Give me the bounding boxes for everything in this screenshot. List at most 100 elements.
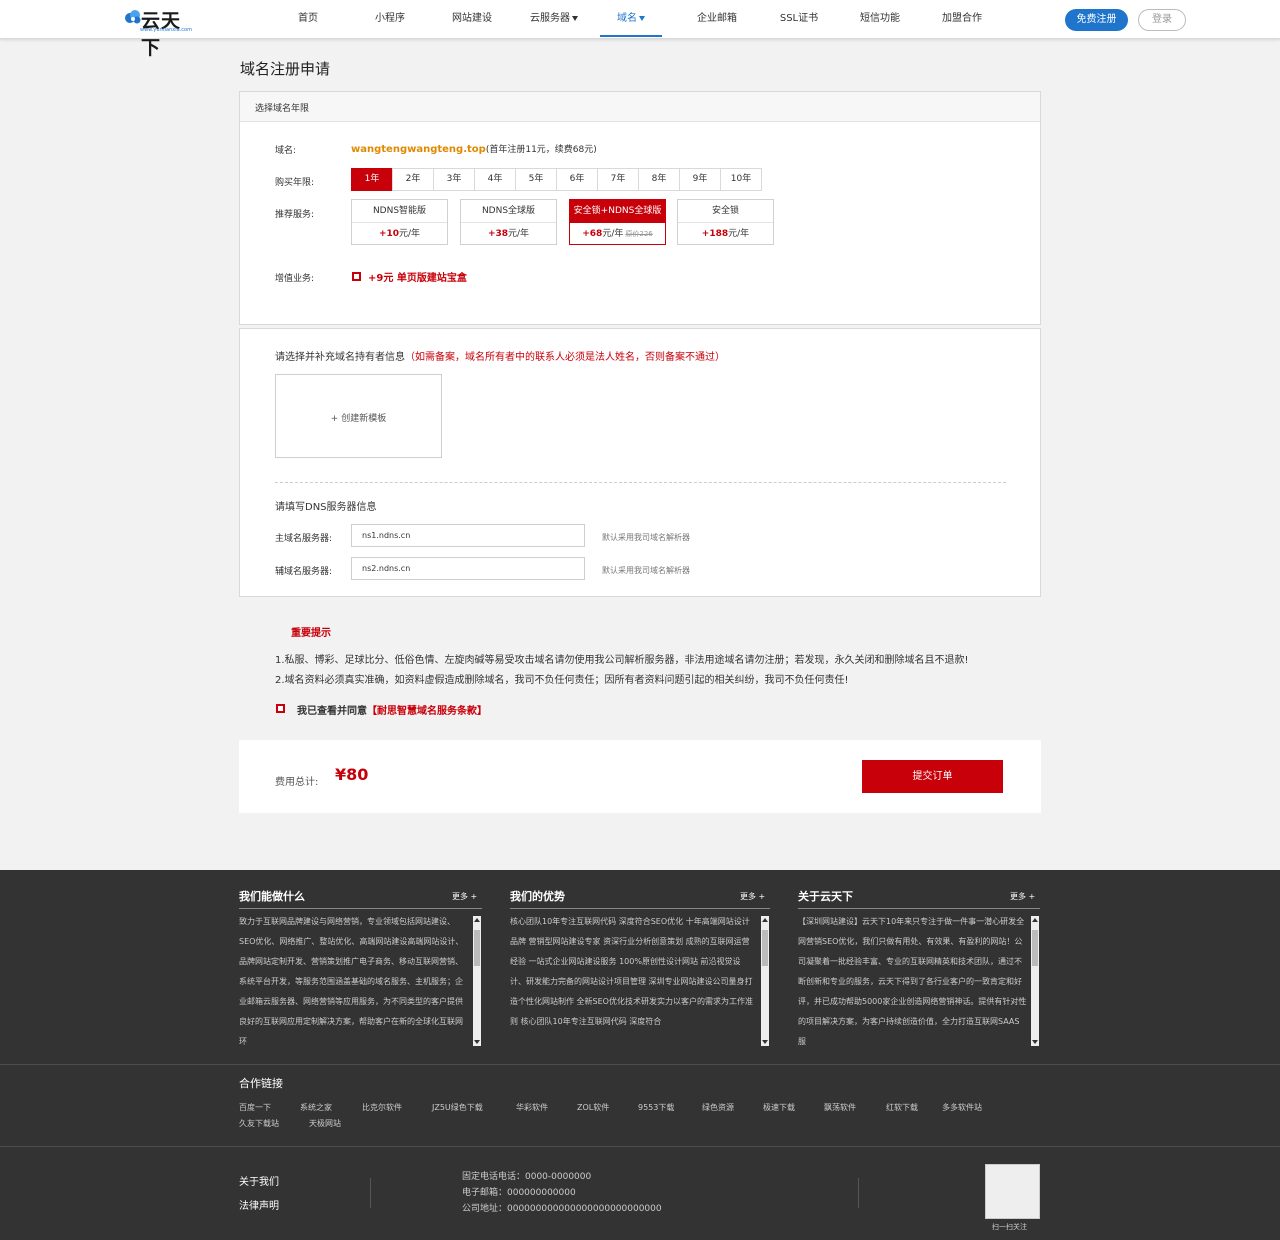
year-option-2[interactable]: 2年 [392,168,434,191]
footer-col-text: 【深圳网站建设】云天下10年来只专注于做一件事一潜心研发全网营销SEO优化，我们… [798,917,1027,1046]
nav-label: 加盟合作 [942,13,982,24]
addon-checkbox[interactable] [352,272,361,281]
price-amount: 10 [386,229,400,239]
nav-label: 企业邮箱 [697,13,737,24]
more-link[interactable]: 更多 + [740,891,765,902]
year-option-5[interactable]: 5年 [515,168,557,191]
chevron-down-icon [639,15,645,21]
footer-rule [510,908,770,909]
footer-col-title: 我们能做什么 [239,890,305,903]
partner-link[interactable]: 久友下载站 [239,1118,279,1129]
primary-dns-input[interactable]: ns1.ndns.cn [351,524,585,547]
partner-links-title: 合作链接 [239,1077,283,1090]
nav-domain[interactable]: 域名 [608,0,654,38]
nav-franchise[interactable]: 加盟合作 [939,0,985,38]
nav-active-indicator [600,35,662,37]
domain-label: 域名: [275,146,297,156]
footer-separator [370,1178,371,1208]
original-price: 原价226 [625,230,653,238]
year-option-1[interactable]: 1年 [351,168,393,191]
partner-link[interactable]: 比克尔软件 [362,1102,402,1113]
partner-link[interactable]: 绿色资源 [702,1102,734,1113]
addon-text[interactable]: +9元 单页版建站宝盒 [368,269,467,284]
service-name: NDNS智能版 [352,200,447,223]
nav-ssl[interactable]: SSL证书 [778,0,820,38]
scrollbar[interactable] [1031,916,1039,1046]
create-template-button[interactable]: + 创建新模板 [275,374,442,458]
secondary-dns-label: 辅域名服务器: [275,567,333,577]
partner-link[interactable]: 天极网站 [309,1118,341,1129]
terms-link[interactable]: 【耐思智慧域名服务条款】 [367,706,487,717]
price-unit: 元/年 [602,229,624,239]
nav-cloud-server[interactable]: 云服务器 [528,0,580,38]
nav-mini-program[interactable]: 小程序 [368,0,412,38]
year-option-7[interactable]: 7年 [597,168,639,191]
year-option-8[interactable]: 8年 [638,168,680,191]
domain-display: wangtengwangteng.top(首年注册11元，续费68元) [351,142,597,155]
partner-link[interactable]: 系统之家 [300,1102,332,1113]
more-link[interactable]: 更多 + [452,891,477,902]
contact-address: 公司地址：000000000000000000000000000 [462,1204,662,1214]
footer-col-title: 关于云天下 [798,890,853,903]
about-us-link[interactable]: 关于我们 [239,1173,279,1188]
addon-label: 增值业务: [275,274,315,284]
scrollbar-thumb[interactable] [762,930,768,966]
scrollbar-thumb[interactable] [1032,930,1038,966]
nav-label: 短信功能 [860,13,900,24]
partner-link[interactable]: 百度一下 [239,1102,271,1113]
footer: 我们能做什么 更多 + 致力于互联网品牌建设与网络营销，专业领域包括网站建设、S… [0,870,1280,1240]
scrollbar-thumb[interactable] [474,930,480,966]
register-button[interactable]: 免费注册 [1065,9,1128,31]
top-navigation: 云天下 www.yuntianxia.com 首页 小程序 网站建设 云服务器 … [0,0,1280,59]
footer-separator [858,1178,859,1208]
secondary-dns-input[interactable]: ns2.ndns.cn [351,557,585,580]
nav-label: 小程序 [375,13,405,24]
partner-link[interactable]: 飘荡软件 [824,1102,856,1113]
year-option-3[interactable]: 3年 [433,168,475,191]
services-label: 推荐服务: [275,210,315,220]
service-price: +38元/年 [461,224,556,245]
holder-title: 请选择并补充域名持有者信息（如需备案，域名所有者中的联系人必须是法人姓名，否则备… [275,348,725,363]
scrollbar[interactable] [761,916,769,1046]
panel-header: 选择域名年限 [240,92,1040,122]
service-option-security-lock[interactable]: 安全锁 +188元/年 [677,199,774,245]
arrow-up-icon [474,918,480,922]
nav-enterprise-mail[interactable]: 企业邮箱 [694,0,740,38]
domain-price-info: (首年注册11元，续费68元) [485,145,597,155]
partner-link[interactable]: JZ5U绿色下载 [432,1102,483,1113]
partner-link[interactable]: 9553下载 [638,1102,674,1113]
nav-website-building[interactable]: 网站建设 [448,0,496,38]
footer-rule [239,908,482,909]
nav-home[interactable]: 首页 [288,0,328,38]
agree-checkbox[interactable] [276,704,285,713]
nav-sms[interactable]: 短信功能 [857,0,903,38]
dns-section-title: 请填写DNS服务器信息 [275,502,377,513]
partner-link[interactable]: 多多软件站 [942,1102,982,1113]
total-label: 费用总计: [275,777,319,788]
brand-logo[interactable]: 云天下 www.yuntianxia.com [124,6,200,59]
partner-link[interactable]: 红软下载 [886,1102,918,1113]
page-title: 域名注册申请 [240,60,331,78]
service-option-ndns-smart[interactable]: NDNS智能版 +10元/年 [351,199,448,245]
years-label: 购买年限: [275,178,315,188]
footer-col-title: 我们的优势 [510,890,565,903]
partner-link[interactable]: 极速下载 [763,1102,795,1113]
year-option-4[interactable]: 4年 [474,168,516,191]
partner-link[interactable]: ZOL软件 [577,1102,609,1113]
legal-link[interactable]: 法律声明 [239,1197,279,1212]
service-option-lock-ndns-global[interactable]: 安全锁+NDNS全球版 +68元/年 原价226 [569,199,666,245]
arrow-up-icon [1032,918,1038,922]
scrollbar[interactable] [473,916,481,1046]
service-price: +68元/年 原价226 [570,224,665,245]
primary-dns-hint: 默认采用我司域名解析器 [602,533,690,542]
qr-code-image [985,1164,1040,1219]
year-option-9[interactable]: 9年 [679,168,721,191]
login-button[interactable]: 登录 [1138,9,1186,31]
price-unit: 元/年 [728,229,750,239]
partner-link[interactable]: 华彩软件 [516,1102,548,1113]
year-option-10[interactable]: 10年 [720,168,762,191]
submit-order-button[interactable]: 提交订单 [862,760,1003,793]
service-option-ndns-global[interactable]: NDNS全球版 +38元/年 [460,199,557,245]
more-link[interactable]: 更多 + [1010,891,1035,902]
year-option-6[interactable]: 6年 [556,168,598,191]
